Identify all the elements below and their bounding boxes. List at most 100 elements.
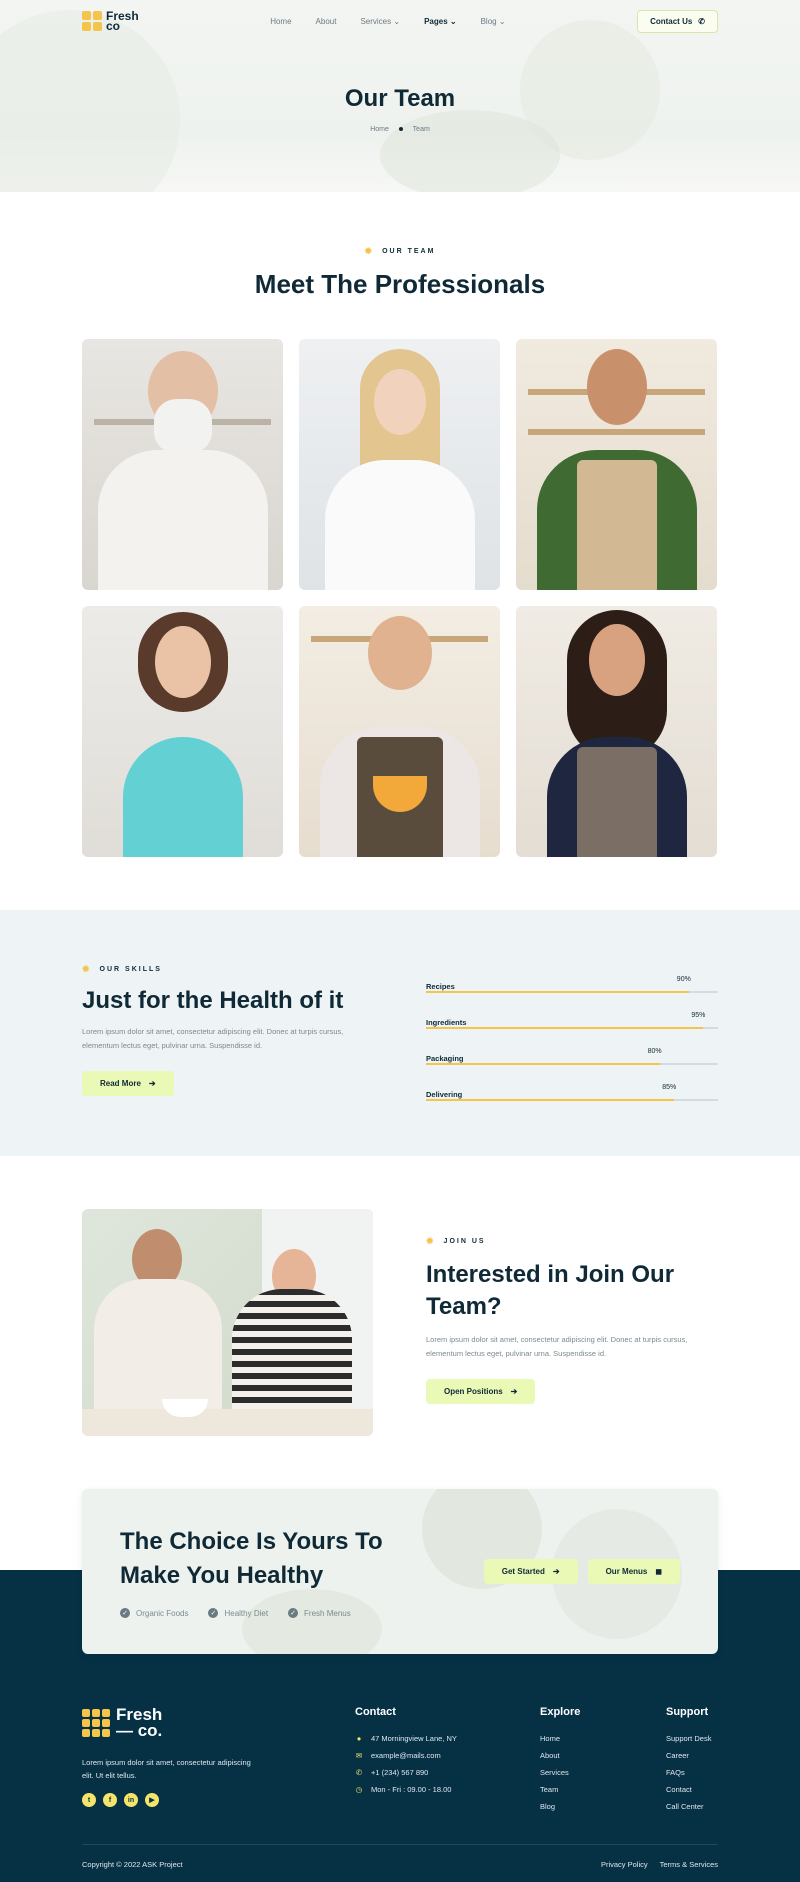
skill-fill [426, 1063, 660, 1065]
team-member-card[interactable] [516, 339, 717, 590]
logo-icon [82, 1709, 110, 1737]
breadcrumb-separator-icon [398, 127, 403, 132]
contact-us-button[interactable]: Contact Us ✆ [637, 9, 718, 33]
nav-about[interactable]: About [316, 17, 337, 26]
hero: Freshco Home About Services Pages Blog C… [0, 0, 800, 192]
feature-item: ✓ Organic Foods [120, 1608, 188, 1618]
our-menus-button[interactable]: Our Menus ◼ [587, 1559, 680, 1584]
contact-phone[interactable]: ✆ +1 (234) 567 890 [355, 1764, 457, 1781]
skill-percent: 95% [691, 1012, 706, 1019]
footer-contact-title: Contact [355, 1706, 396, 1718]
terms-link[interactable]: Terms & Services [660, 1860, 718, 1869]
join-content: ✹ JOIN US Interested in Join Our Team? L… [426, 1236, 726, 1404]
cta-features: ✓ Organic Foods ✓ Healthy Diet ✓ Fresh Menu… [120, 1608, 351, 1618]
nav-pages[interactable]: Pages [424, 17, 457, 26]
beard [153, 399, 212, 454]
legal-links: Privacy Policy Terms & Services [601, 1860, 718, 1869]
sparkle-icon: ✹ [364, 246, 375, 256]
linkedin-icon[interactable]: in [124, 1793, 138, 1807]
footer-link-support-desk[interactable]: Support Desk [666, 1734, 711, 1743]
team-member-card[interactable] [299, 606, 500, 857]
team-eyebrow: ✹ OUR TEAM [0, 246, 800, 257]
footer-link-call-center[interactable]: Call Center [666, 1802, 704, 1811]
kitchen-shelf [528, 429, 705, 435]
twitter-icon[interactable]: t [82, 1793, 96, 1807]
read-more-label: Read More [100, 1079, 141, 1088]
skill-fill [426, 991, 689, 993]
address-text: 47 Morningview Lane, NY [371, 1734, 457, 1743]
phone-icon: ✆ [355, 1768, 363, 1777]
member-photo [373, 369, 426, 435]
footer-link-faqs[interactable]: FAQs [666, 1768, 685, 1777]
cta-title: The Choice Is Yours To Make You Healthy [120, 1528, 383, 1589]
join-eyebrow: ✹ JOIN US [426, 1236, 726, 1247]
footer-divider [82, 1844, 718, 1845]
footer-about: Lorem ipsum dolor sit amet, consectetur … [82, 1758, 251, 1780]
team-member-card[interactable] [516, 606, 717, 857]
team-member-card[interactable] [82, 339, 283, 590]
feature-label: Healthy Diet [224, 1608, 269, 1618]
footer-link-blog[interactable]: Blog [540, 1802, 555, 1811]
phone-icon: ✆ [698, 16, 705, 26]
join-photo [82, 1209, 373, 1436]
member-photo [367, 616, 432, 690]
open-positions-button[interactable]: Open Positions ➔ [426, 1379, 536, 1404]
nav-services[interactable]: Services [360, 17, 400, 26]
join-eyebrow-text: JOIN US [443, 1238, 486, 1245]
footer-link-team[interactable]: Team [540, 1785, 558, 1794]
footer-link-home[interactable]: Home [540, 1734, 560, 1743]
page: Freshco Home About Services Pages Blog C… [0, 0, 800, 1882]
youtube-icon[interactable]: ▶ [145, 1793, 159, 1807]
member-photo [588, 624, 645, 696]
footer-link-career[interactable]: Career [666, 1751, 689, 1760]
footer-link-contact[interactable]: Contact [666, 1785, 692, 1794]
logo-icon [82, 11, 102, 31]
footer-link-about[interactable]: About [540, 1751, 560, 1760]
footer-brand-line2: — co. [116, 1721, 163, 1740]
member-body [97, 450, 268, 590]
nav-home[interactable]: Home [270, 17, 291, 26]
footer-link-services[interactable]: Services [540, 1768, 569, 1777]
skill-bar: Recipes 90% [426, 976, 718, 1012]
brand-logo[interactable]: Fresh co [82, 10, 139, 32]
skills-eyebrow-text: OUR SKILLS [99, 966, 162, 973]
footer-logo[interactable]: Fresh — co. [82, 1706, 163, 1740]
footer-support-title: Support [666, 1706, 709, 1718]
mail-icon: ✉ [355, 1751, 363, 1760]
breadcrumb: Home Team [0, 126, 800, 133]
sparkle-icon: ✹ [426, 1236, 436, 1246]
team-member-card[interactable] [299, 339, 500, 590]
read-more-button[interactable]: Read More ➔ [82, 1071, 174, 1096]
arrow-right-icon: ➔ [552, 1567, 560, 1576]
phone-text: +1 (234) 567 890 [371, 1768, 429, 1777]
hours-text: Mon - Fri : 09.00 - 18.00 [371, 1785, 452, 1794]
member-photo [154, 626, 211, 698]
social-links: t f in ▶ [82, 1793, 159, 1807]
skills-eyebrow: ✹ OUR SKILLS [82, 964, 382, 975]
breadcrumb-home[interactable]: Home [370, 126, 389, 133]
apron [576, 747, 657, 857]
team-member-card[interactable] [82, 606, 283, 857]
contact-email[interactable]: ✉ example@mails.com [355, 1747, 457, 1764]
check-icon: ✓ [120, 1608, 130, 1618]
counter [82, 1409, 373, 1436]
arrow-right-icon: ➔ [510, 1387, 518, 1396]
skills-title: Just for the Health of it [82, 987, 344, 1014]
food-shape [242, 1589, 382, 1654]
facebook-icon[interactable]: f [103, 1793, 117, 1807]
privacy-policy-link[interactable]: Privacy Policy [601, 1860, 648, 1869]
person-body [232, 1289, 352, 1419]
our-menus-label: Our Menus [605, 1567, 648, 1576]
feature-item: ✓ Fresh Menus [288, 1608, 351, 1618]
skill-bars: Recipes 90% Ingredients 95% Packaging 80… [426, 976, 718, 1120]
footer-support: Support Support Desk Career FAQs Contact… [666, 1706, 711, 1815]
skill-percent: 85% [662, 1084, 677, 1091]
get-started-button[interactable]: Get Started ➔ [483, 1559, 578, 1584]
nav-blog[interactable]: Blog [481, 17, 506, 26]
footer-bottom: Copyright © 2022 ASK Project Privacy Pol… [82, 1860, 718, 1869]
skill-bar: Delivering 85% [426, 1084, 718, 1120]
feature-item: ✓ Healthy Diet [208, 1608, 268, 1618]
member-body [122, 737, 243, 857]
footer-explore: Explore Home About Services Team Blog [540, 1706, 580, 1815]
feature-label: Organic Foods [136, 1608, 189, 1618]
